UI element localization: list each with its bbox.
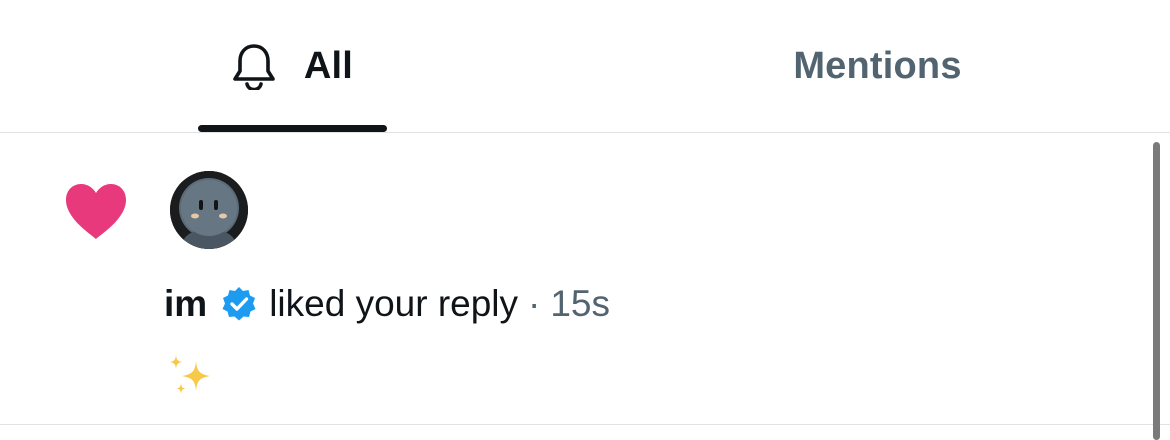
heart-icon — [64, 183, 128, 241]
sparkles-icon — [166, 353, 216, 399]
tab-mentions[interactable]: Mentions — [760, 0, 995, 132]
avatar[interactable] — [170, 171, 248, 249]
separator-dot: · — [528, 283, 541, 324]
verified-badge-icon — [221, 286, 257, 322]
notification-text: im liked your reply · 15s — [164, 283, 610, 325]
notification-time: 15s — [550, 283, 611, 324]
notification-tabs: All Mentions — [0, 0, 1170, 133]
tab-mentions-label: Mentions — [793, 44, 962, 87]
user-name[interactable]: im — [164, 283, 207, 325]
active-tab-indicator — [198, 125, 387, 132]
bell-icon — [232, 42, 276, 90]
scrollbar[interactable] — [1153, 142, 1160, 440]
notification-item[interactable]: im liked your reply · 15s — [0, 133, 1170, 425]
tab-all[interactable]: All — [198, 0, 387, 132]
tab-all-label: All — [303, 44, 354, 87]
notifications-page: All Mentions im liked your reply · 15s — [0, 0, 1170, 440]
notification-action: liked your reply — [269, 283, 519, 324]
